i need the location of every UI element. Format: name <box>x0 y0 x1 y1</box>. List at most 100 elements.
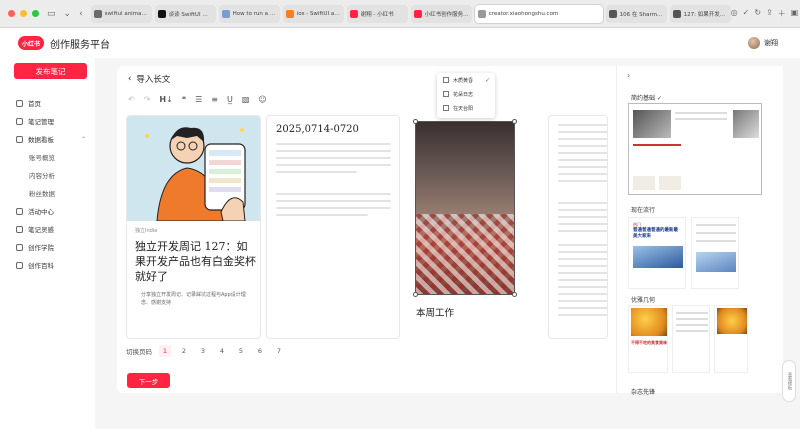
text-block-1 <box>276 143 391 178</box>
browser-tab[interactable]: 小红书创作服务... <box>410 4 472 23</box>
favicon-icon <box>349 9 358 18</box>
sidebar-item-encyclopedia[interactable]: 创作百科 <box>16 260 86 270</box>
resize-handle[interactable] <box>413 119 418 124</box>
refresh-icon[interactable]: ↻ <box>754 8 761 19</box>
chart-icon <box>16 135 23 143</box>
sidebar-item-home[interactable]: 首页 <box>16 98 86 108</box>
heading-icon[interactable]: H↓ <box>159 95 172 104</box>
close-window-button[interactable] <box>8 10 15 17</box>
template-thumb[interactable] <box>691 217 739 289</box>
chevron-down-icon[interactable]: ⌄ <box>64 9 72 19</box>
pager-label: 切换页码 <box>126 348 152 356</box>
user-menu[interactable]: 谢翔 <box>748 37 778 49</box>
undo-icon[interactable]: ↶ <box>128 95 135 104</box>
share-icon[interactable]: ⇪ <box>766 8 773 19</box>
ordered-list-icon[interactable]: ☰ <box>195 95 202 104</box>
page-button[interactable]: 1 <box>159 345 171 357</box>
browser-tab[interactable]: swiftui animati... <box>90 4 152 23</box>
extension-icon[interactable]: ◎ <box>731 8 738 19</box>
home-icon <box>16 99 23 107</box>
back-arrow-icon[interactable]: ‹ <box>79 9 83 19</box>
favicon-icon <box>672 9 681 18</box>
page-button[interactable]: 6 <box>254 345 266 357</box>
sidebar-item-inspiration[interactable]: 笔记灵感 <box>16 224 86 234</box>
quote-icon[interactable]: ❝ <box>182 95 186 104</box>
resize-handle[interactable] <box>512 119 517 124</box>
browser-tab-label: How to run a c... <box>232 10 277 17</box>
next-step-button[interactable]: 下一步 <box>127 373 170 388</box>
bulb-icon <box>16 225 23 233</box>
back-arrow-icon[interactable]: ‹ <box>128 74 131 84</box>
avatar[interactable] <box>748 37 760 49</box>
sidebar-toggle-icon[interactable]: ▭ <box>47 9 56 19</box>
browser-tab-label: ios - SwiftUI al... <box>296 10 341 17</box>
browser-chrome: ▭ ⌄ ‹ swiftui animati... 谈谈 SwiftUI 新... H… <box>0 0 800 28</box>
sidebar-item-academy[interactable]: 创作学院 <box>16 242 86 252</box>
page-button[interactable]: 4 <box>216 345 228 357</box>
template-thumb[interactable]: 不得不吃的美食美味 <box>628 305 668 373</box>
browser-tab[interactable]: 106 在 Sharm... <box>605 4 667 23</box>
brand-title: 创作服务平台 <box>50 39 110 51</box>
sidebar-item-events[interactable]: 活动中心 <box>16 206 86 216</box>
template-card-text[interactable]: 2025,0714-0720 <box>266 115 400 339</box>
new-tab-icon[interactable]: ＋ <box>778 8 786 19</box>
section-title: 现在流行 <box>631 207 656 214</box>
page-button[interactable]: 2 <box>178 345 190 357</box>
favicon-icon <box>477 9 486 18</box>
logo[interactable]: 小红书 <box>18 36 44 50</box>
template-thumb[interactable] <box>672 305 710 373</box>
chevron-up-icon: ⌃ <box>80 135 86 143</box>
minimize-window-button[interactable] <box>20 10 27 17</box>
zoom-window-button[interactable] <box>32 10 39 17</box>
redo-icon[interactable]: ↷ <box>144 95 151 104</box>
window-controls <box>8 10 39 17</box>
browser-tab[interactable]: creator.xiaohongshu.com <box>474 4 603 23</box>
app-header: 小红书 创作服务平台 谢翔 <box>0 28 800 58</box>
template-thumb[interactable] <box>714 305 748 373</box>
back-row[interactable]: ‹ 导入长文 <box>128 73 170 85</box>
template-thumb-selected[interactable] <box>628 103 762 195</box>
username: 谢翔 <box>764 39 778 47</box>
template-float-button[interactable]: 查看模板 <box>782 360 796 402</box>
image-icon[interactable]: ▧ <box>242 95 250 104</box>
underline-icon[interactable]: U̲ <box>227 95 233 104</box>
resize-handle[interactable] <box>512 292 517 297</box>
text-block-2 <box>276 193 391 221</box>
bullet-list-icon[interactable]: ≡ <box>211 95 218 104</box>
menu-item-style-2[interactable]: 花朵日志 <box>437 87 495 101</box>
tab-overview-icon[interactable]: ▣ <box>791 8 799 19</box>
menu-item-style-1[interactable]: 木质黄昏 ✓ <box>437 73 495 87</box>
check-icon[interactable]: ✓ <box>743 8 750 19</box>
page-button[interactable]: 5 <box>235 345 247 357</box>
page-button[interactable]: 7 <box>273 345 285 357</box>
chevron-right-icon[interactable]: › <box>627 71 630 80</box>
sidebar-item-fans[interactable]: 粉丝数据 <box>29 188 99 198</box>
text-card-date: 2025,0714-0720 <box>276 124 359 135</box>
browser-tab[interactable]: ios - SwiftUI al... <box>282 4 344 23</box>
favicon-icon <box>93 9 102 18</box>
academy-icon <box>16 243 23 251</box>
browser-tab[interactable]: 谈谈 SwiftUI 新... <box>154 4 216 23</box>
selected-photo[interactable] <box>415 121 515 295</box>
favicon-icon <box>608 9 617 18</box>
template-card-cover[interactable]: 独立Indie 独立开发周记 127：如果开发产品也有白金奖杯就好了 分享独立开… <box>126 115 261 339</box>
sidebar-item-content-analysis[interactable]: 内容分析 <box>29 170 99 180</box>
browser-tab[interactable]: How to run a c... <box>218 4 280 23</box>
cover-illustration <box>127 116 260 221</box>
cover-tag: 独立Indie <box>135 228 158 234</box>
emoji-icon[interactable]: ☺ <box>258 95 266 104</box>
template-thumb[interactable]: 热门 普通普通普通的最新最美大家来 <box>628 217 686 289</box>
template-card-photo[interactable]: 本周工作 <box>406 115 544 339</box>
menu-item-style-3[interactable]: 在天台阳 <box>437 101 495 115</box>
page-button[interactable]: 3 <box>197 345 209 357</box>
sidebar-item-dashboard[interactable]: 数据看板 ⌃ <box>16 134 86 144</box>
cover-title: 独立开发周记 127：如果开发产品也有白金奖杯就好了 <box>135 240 256 283</box>
browser-tab[interactable]: 谢翔 - 小红书 <box>346 4 408 23</box>
browser-tab[interactable]: 127: 如果开发... <box>669 4 731 23</box>
publish-note-button[interactable]: 发布笔记 <box>14 63 87 79</box>
sidebar-item-notes[interactable]: 笔记管理 <box>16 116 86 126</box>
browser-tab-label: 谈谈 SwiftUI 新... <box>168 11 213 18</box>
resize-handle[interactable] <box>413 292 418 297</box>
sidebar-item-account-overview[interactable]: 账号概览 <box>29 152 99 162</box>
template-card-text-partial[interactable] <box>548 115 608 339</box>
